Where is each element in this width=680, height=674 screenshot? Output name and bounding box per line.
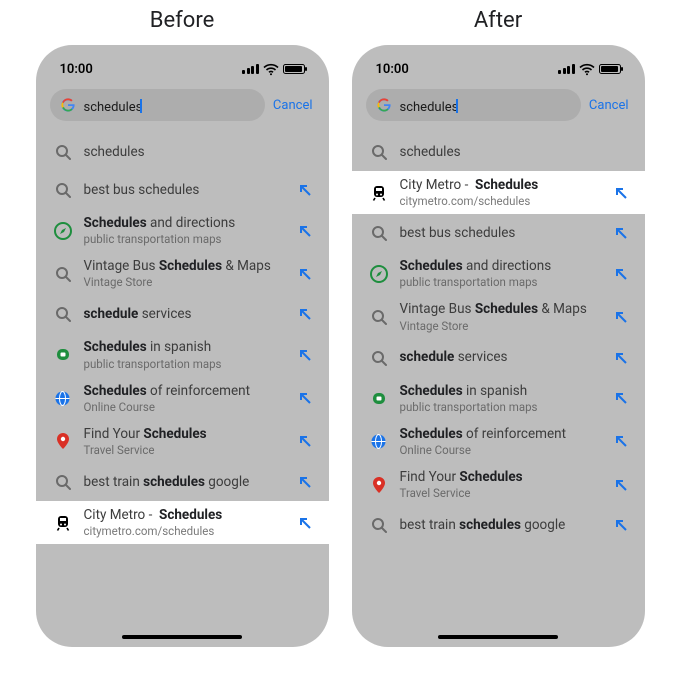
before-heading: Before xyxy=(150,8,215,33)
compass-icon xyxy=(370,265,388,283)
phone-before: 10:00 schedules Cancel xyxy=(36,45,329,647)
insert-arrow-icon[interactable] xyxy=(613,517,629,533)
search-query: schedules xyxy=(84,97,143,114)
status-bar: 10:00 xyxy=(50,59,315,79)
search-icon xyxy=(54,181,72,199)
home-indicator xyxy=(438,635,558,639)
insert-arrow-icon[interactable] xyxy=(297,306,313,322)
cellular-icon xyxy=(558,64,575,74)
suggestion-vintage[interactable]: Vintage Bus Schedules & Maps Vintage Sto… xyxy=(352,295,645,338)
suggestion-best-bus[interactable]: best bus schedules xyxy=(36,171,329,209)
search-icon xyxy=(370,224,388,242)
cancel-button[interactable]: Cancel xyxy=(273,98,315,113)
suggestion-schedules[interactable]: schedules xyxy=(36,133,329,171)
cellular-icon xyxy=(242,64,259,74)
compass-icon xyxy=(54,222,72,240)
insert-arrow-icon[interactable] xyxy=(613,477,629,493)
insert-arrow-icon[interactable] xyxy=(297,266,313,282)
suggestion-list: schedules best bus schedules Schedules a… xyxy=(36,133,329,544)
insert-arrow-icon[interactable] xyxy=(297,515,313,531)
search-icon xyxy=(54,143,72,161)
status-bar: 10:00 xyxy=(366,59,631,79)
suggestion-vintage[interactable]: Vintage Bus Schedules & Maps Vintage Sto… xyxy=(36,252,329,295)
suggestion-city-metro[interactable]: City Metro - Schedules citymetro.com/sch… xyxy=(352,171,645,214)
suggestion-directions[interactable]: Schedules and directions public transpor… xyxy=(36,209,329,252)
search-icon xyxy=(370,143,388,161)
search-input[interactable]: schedules xyxy=(366,89,581,121)
insert-arrow-icon[interactable] xyxy=(297,390,313,406)
insert-arrow-icon[interactable] xyxy=(613,390,629,406)
insert-arrow-icon[interactable] xyxy=(613,185,629,201)
after-heading: After xyxy=(474,8,522,33)
status-time: 10:00 xyxy=(376,62,409,77)
suggestion-best-bus[interactable]: best bus schedules xyxy=(352,214,645,252)
search-icon xyxy=(370,349,388,367)
insert-arrow-icon[interactable] xyxy=(297,347,313,363)
suggestion-services[interactable]: schedule services xyxy=(352,339,645,377)
insert-arrow-icon[interactable] xyxy=(613,225,629,241)
suggestion-find-your[interactable]: Find Your Schedules Travel Service xyxy=(36,420,329,463)
search-input[interactable]: schedules xyxy=(50,89,265,121)
search-icon xyxy=(370,516,388,534)
search-row: schedules Cancel xyxy=(366,89,631,121)
cancel-button[interactable]: Cancel xyxy=(589,98,631,113)
wifi-icon xyxy=(579,63,595,76)
google-logo-icon xyxy=(376,97,392,113)
insert-arrow-icon[interactable] xyxy=(297,433,313,449)
suggestion-spanish[interactable]: Schedules in spanish public transportati… xyxy=(352,377,645,420)
insert-arrow-icon[interactable] xyxy=(613,309,629,325)
home-indicator xyxy=(122,635,242,639)
search-icon xyxy=(370,308,388,326)
suggestion-directions[interactable]: Schedules and directions public transpor… xyxy=(352,252,645,295)
google-logo-icon xyxy=(60,97,76,113)
map-pin-icon xyxy=(54,432,72,450)
calendar-icon xyxy=(370,389,388,407)
text-caret xyxy=(140,99,142,113)
insert-arrow-icon[interactable] xyxy=(613,266,629,282)
train-icon xyxy=(54,514,72,532)
wifi-icon xyxy=(263,63,279,76)
status-time: 10:00 xyxy=(60,62,93,77)
insert-arrow-icon[interactable] xyxy=(297,223,313,239)
insert-arrow-icon[interactable] xyxy=(297,182,313,198)
suggestion-train[interactable]: best train schedules google xyxy=(36,463,329,501)
train-icon xyxy=(370,184,388,202)
before-column: Before 10:00 schedules xyxy=(32,6,332,664)
suggestion-reinforcement[interactable]: Schedules of reinforcement Online Course xyxy=(36,377,329,420)
map-pin-icon xyxy=(370,476,388,494)
insert-arrow-icon[interactable] xyxy=(613,433,629,449)
suggestion-services[interactable]: schedule services xyxy=(36,295,329,333)
suggestion-schedules[interactable]: schedules xyxy=(352,133,645,171)
globe-icon xyxy=(370,432,388,450)
battery-icon xyxy=(283,64,305,74)
suggestion-city-metro[interactable]: City Metro - Schedules citymetro.com/sch… xyxy=(36,501,329,544)
search-row: schedules Cancel xyxy=(50,89,315,121)
phone-after: 10:00 schedules Cancel xyxy=(352,45,645,647)
globe-icon xyxy=(54,389,72,407)
after-column: After 10:00 schedules Cancel xyxy=(348,6,648,664)
battery-icon xyxy=(599,64,621,74)
search-icon xyxy=(54,305,72,323)
suggestion-list: schedules City Metro - Schedules citymet… xyxy=(352,133,645,544)
insert-arrow-icon[interactable] xyxy=(297,474,313,490)
comparison-canvas: Before 10:00 schedules xyxy=(0,0,680,674)
search-icon xyxy=(54,473,72,491)
search-icon xyxy=(54,265,72,283)
suggestion-spanish[interactable]: Schedules in spanish public transportati… xyxy=(36,333,329,376)
text-caret xyxy=(456,99,458,113)
suggestion-train[interactable]: best train schedules google xyxy=(352,506,645,544)
calendar-icon xyxy=(54,346,72,364)
search-query: schedules xyxy=(400,97,459,114)
insert-arrow-icon[interactable] xyxy=(613,350,629,366)
suggestion-reinforcement[interactable]: Schedules of reinforcement Online Course xyxy=(352,420,645,463)
suggestion-find-your[interactable]: Find Your Schedules Travel Service xyxy=(352,463,645,506)
